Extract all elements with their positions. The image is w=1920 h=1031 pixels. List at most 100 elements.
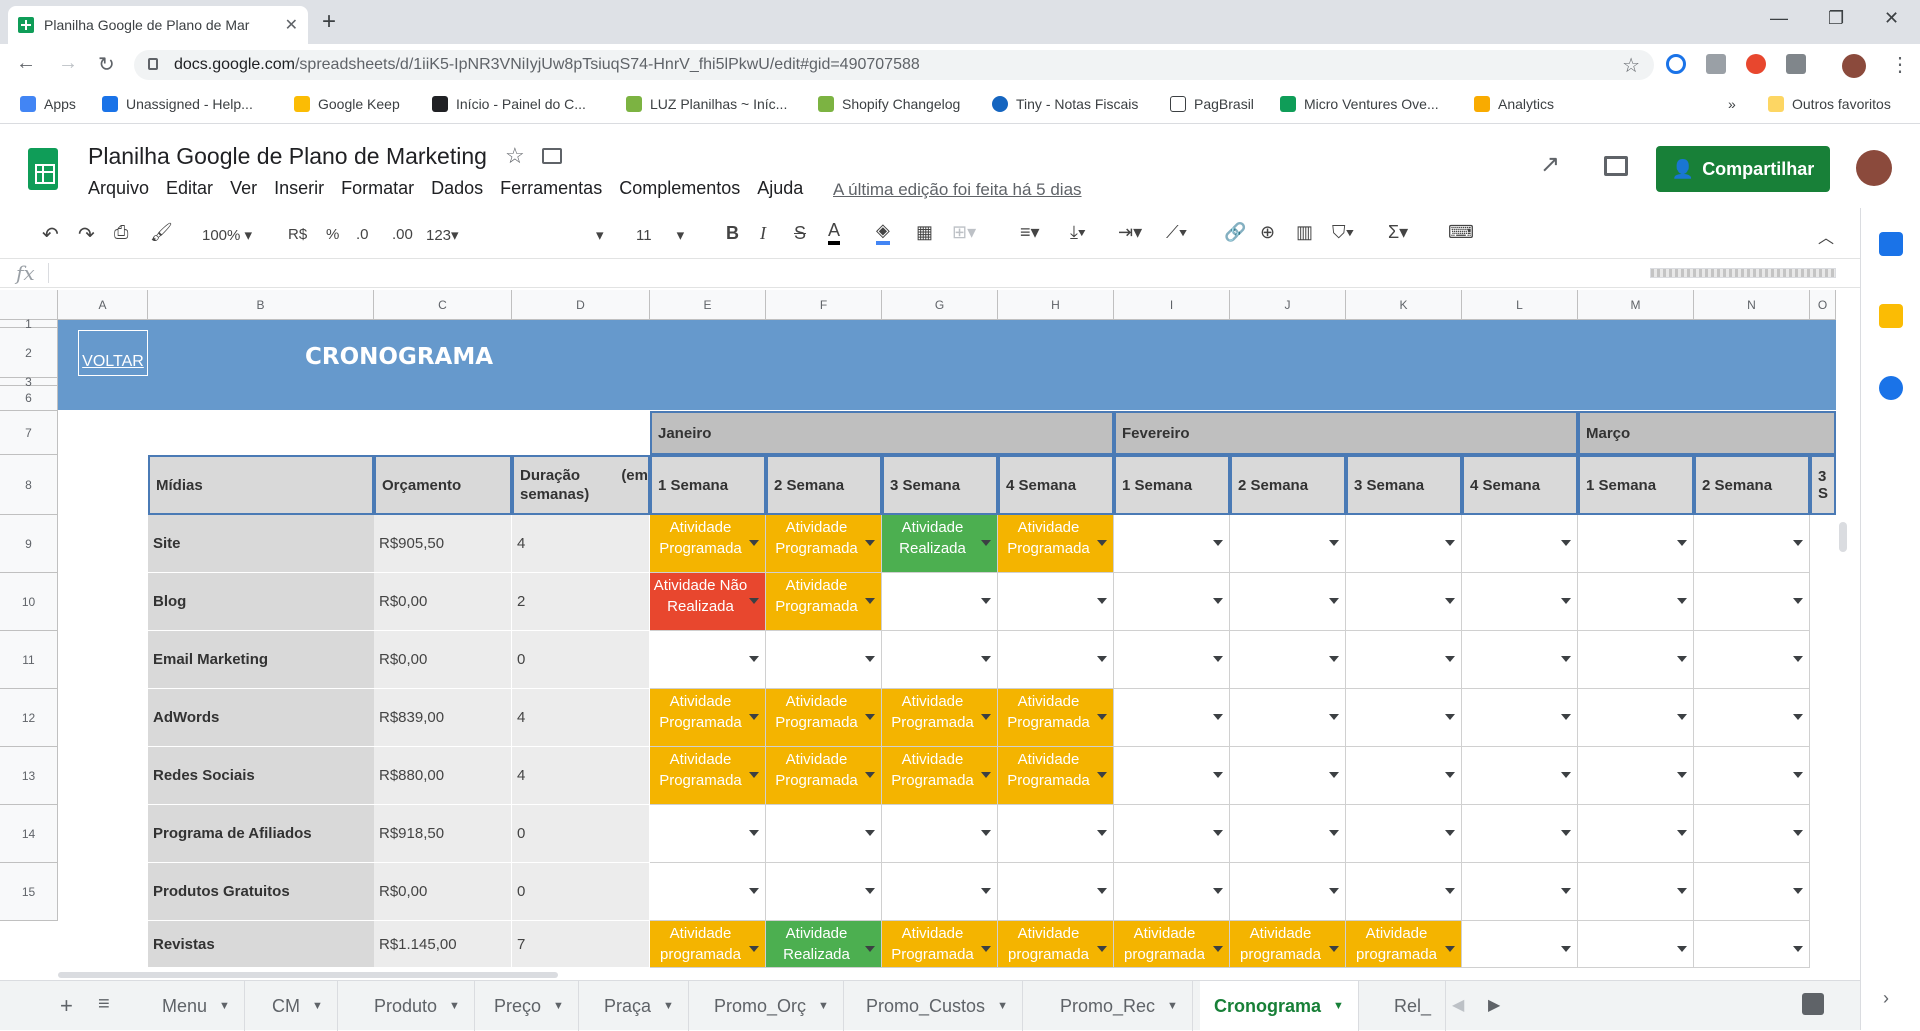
week-status-cell[interactable] (766, 631, 882, 689)
week-status-cell[interactable] (1230, 747, 1346, 805)
orcamento-cell[interactable]: R$918,50 (374, 805, 512, 863)
week-status-cell[interactable] (1346, 689, 1462, 747)
text-rotation-icon[interactable]: ⟋▾ (1166, 222, 1187, 243)
dropdown-arrow-icon[interactable] (1793, 830, 1803, 836)
input-tools-icon[interactable]: ⌨ (1448, 222, 1474, 243)
sheet-tab-menu-icon[interactable]: ▼ (1167, 1000, 1178, 1012)
duracao-cell[interactable]: 2 (512, 573, 650, 631)
dropdown-arrow-icon[interactable] (1561, 714, 1571, 720)
week-status-cell[interactable] (1346, 515, 1462, 573)
forward-icon[interactable]: → (58, 52, 78, 75)
sheet-tab[interactable]: Praça ▼ (590, 981, 689, 1031)
dropdown-arrow-icon[interactable] (1561, 540, 1571, 546)
text-color-icon[interactable]: A (828, 220, 841, 245)
dropdown-arrow-icon[interactable] (1445, 830, 1455, 836)
undo-icon[interactable]: ↶ (42, 222, 59, 247)
dropdown-arrow-icon[interactable] (749, 598, 759, 604)
dropdown-arrow-icon[interactable] (1793, 946, 1803, 952)
dropdown-arrow-icon[interactable] (1213, 888, 1223, 894)
fill-color-icon[interactable]: ◈ (876, 220, 890, 245)
week-status-cell[interactable]: Atividade Programada (766, 747, 882, 805)
column-header[interactable]: C (374, 290, 512, 320)
orcamento-cell[interactable]: R$1.145,00 (374, 921, 512, 968)
week-status-cell[interactable] (1346, 805, 1462, 863)
dropdown-arrow-icon[interactable] (1213, 714, 1223, 720)
dropdown-arrow-icon[interactable] (865, 888, 875, 894)
insert-comment-icon[interactable]: ⊕ (1260, 222, 1275, 243)
bookmark-google-keep[interactable]: Google Keep (294, 96, 400, 112)
font-family-select[interactable]: ▾ (596, 226, 604, 244)
week-status-cell[interactable] (650, 631, 766, 689)
dropdown-arrow-icon[interactable] (981, 946, 991, 952)
week-status-cell[interactable]: Atividade programada (650, 921, 766, 968)
dropdown-arrow-icon[interactable] (1793, 714, 1803, 720)
week-status-cell[interactable] (766, 805, 882, 863)
close-window-icon[interactable]: ✕ (1884, 8, 1899, 29)
week-status-cell[interactable] (1694, 515, 1810, 573)
document-title[interactable]: Planilha Google de Plano de Marketing (88, 143, 487, 170)
dropdown-arrow-icon[interactable] (981, 656, 991, 662)
back-icon[interactable]: ← (16, 52, 36, 75)
sheet-tab[interactable]: Menu ▼ (148, 981, 245, 1031)
row-header[interactable]: 9 (0, 515, 58, 573)
filter-icon[interactable]: ⛉▾ (1332, 222, 1354, 243)
duracao-cell[interactable]: 4 (512, 747, 650, 805)
bookmark-shopify[interactable]: Shopify Changelog (818, 96, 960, 112)
week-status-cell[interactable] (1578, 863, 1694, 921)
currency-format-button[interactable]: R$ (288, 226, 307, 243)
sheet-tab[interactable]: Preço ▼ (480, 981, 579, 1031)
week-status-cell[interactable] (882, 631, 998, 689)
dropdown-arrow-icon[interactable] (1213, 772, 1223, 778)
column-header[interactable]: B (148, 290, 374, 320)
column-header[interactable]: O (1810, 290, 1836, 320)
dropdown-arrow-icon[interactable] (1677, 946, 1687, 952)
week-status-cell[interactable]: Atividade programada (1346, 921, 1462, 968)
dropdown-arrow-icon[interactable] (865, 656, 875, 662)
more-formats-select[interactable]: 123▾ (426, 226, 459, 244)
tabs-scroll-right-icon[interactable]: ▶ (1488, 995, 1500, 1015)
week-status-cell[interactable]: Atividade programada (998, 921, 1114, 968)
keep-icon[interactable] (1879, 304, 1903, 328)
increase-decimal-button[interactable]: .00 (392, 226, 413, 243)
week-status-cell[interactable] (1578, 747, 1694, 805)
week-status-cell[interactable]: Atividade programada (1230, 921, 1346, 968)
menu-complementos[interactable]: Complementos (619, 178, 740, 199)
dropdown-arrow-icon[interactable] (1677, 714, 1687, 720)
dropdown-arrow-icon[interactable] (1329, 888, 1339, 894)
week-status-cell[interactable] (1462, 747, 1578, 805)
week-status-cell[interactable] (650, 863, 766, 921)
midia-cell[interactable]: Blog (148, 573, 374, 631)
week-status-cell[interactable] (1462, 573, 1578, 631)
row-header[interactable]: 15 (0, 863, 58, 921)
dropdown-arrow-icon[interactable] (1445, 772, 1455, 778)
dropdown-arrow-icon[interactable] (1561, 946, 1571, 952)
bookmark-unassigned[interactable]: Unassigned - Help... (102, 96, 253, 112)
dropdown-arrow-icon[interactable] (1561, 598, 1571, 604)
week-status-cell[interactable]: Atividade Programada (650, 689, 766, 747)
week-status-cell[interactable] (998, 805, 1114, 863)
bookmark-pagbrasil[interactable]: PagBrasil (1170, 96, 1254, 112)
sheet-tab-menu-icon[interactable]: ▼ (663, 1000, 674, 1012)
orcamento-cell[interactable]: R$839,00 (374, 689, 512, 747)
week-status-cell[interactable] (882, 573, 998, 631)
week-status-cell[interactable] (1462, 631, 1578, 689)
week-status-cell[interactable] (1578, 805, 1694, 863)
vertical-scrollbar[interactable] (1836, 520, 1850, 970)
row-header[interactable]: 10 (0, 573, 58, 631)
week-status-cell[interactable] (1462, 805, 1578, 863)
sheet-tab[interactable]: CM ▼ (258, 981, 338, 1031)
column-header[interactable]: K (1346, 290, 1462, 320)
orcamento-cell[interactable]: R$905,50 (374, 515, 512, 573)
bookmark-star-icon[interactable]: ☆ (1622, 53, 1640, 78)
week-status-cell[interactable]: Atividade Realizada (766, 921, 882, 968)
italic-icon[interactable]: I (760, 223, 766, 244)
sheet-tab-menu-icon[interactable]: ▼ (312, 1000, 323, 1012)
sheet-tab-menu-icon[interactable]: ▼ (1333, 1000, 1344, 1012)
week-status-cell[interactable] (1462, 863, 1578, 921)
midia-cell[interactable]: Produtos Gratuitos (148, 863, 374, 921)
dropdown-arrow-icon[interactable] (1213, 946, 1223, 952)
week-status-cell[interactable] (1578, 573, 1694, 631)
menu-inserir[interactable]: Inserir (274, 178, 324, 199)
browser-tab[interactable]: Planilha Google de Plano de Mar ✕ (8, 6, 308, 44)
sheet-tab-menu-icon[interactable]: ▼ (449, 1000, 460, 1012)
